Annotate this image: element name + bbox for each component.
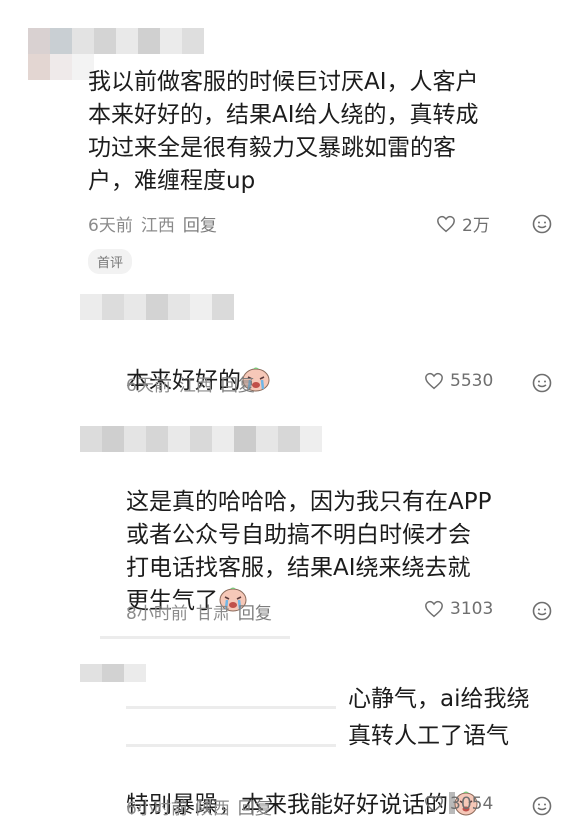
- comment-location: 陕西: [195, 799, 230, 819]
- comment-text-line: 心静气，ai给我绕: [348, 686, 530, 712]
- comment-location: 江西: [178, 376, 213, 396]
- username-mosaic: [80, 664, 146, 682]
- reply-button[interactable]: 回复: [238, 794, 272, 819]
- comment-text: 我以前做客服的时候巨讨厌AI，人客户 本来好好的，结果AI给人绕的，真转成 功过…: [88, 69, 479, 194]
- like-count: 2万: [462, 216, 490, 236]
- reply-button[interactable]: 回复: [238, 599, 272, 624]
- smile-icon[interactable]: [532, 601, 552, 621]
- username-mosaic: [28, 28, 204, 54]
- comment-location: 甘肃: [195, 604, 230, 624]
- comment-meta: 6天前 江西 回复: [126, 371, 255, 396]
- redaction-bar: [126, 706, 336, 709]
- heart-icon: [425, 600, 443, 618]
- like-count: 3103: [450, 599, 494, 619]
- like-count: 5530: [450, 371, 494, 391]
- comment-location: 江西: [140, 216, 175, 236]
- username-mosaic: [80, 294, 234, 320]
- redaction-bar: [100, 636, 290, 639]
- like-button[interactable]: 2万: [436, 211, 490, 236]
- comment-time: 6天前: [88, 216, 133, 236]
- comment-meta: 6小时前 陕西 回复: [126, 794, 272, 819]
- heart-icon: [425, 795, 443, 813]
- like-button[interactable]: 3054: [424, 794, 493, 814]
- comment-text: 这是真的哈哈哈，因为我只有在APP 或者公众号自助搞不明白时候才会 打电话找客服…: [126, 453, 566, 618]
- comment-time: 6天前: [126, 376, 171, 396]
- comment-text-line: 真转人工了语气: [348, 723, 509, 749]
- heart-icon: [425, 372, 443, 390]
- username-mosaic: [80, 426, 322, 452]
- smile-icon[interactable]: [532, 796, 552, 816]
- comment-meta: 6天前 江西 回复: [88, 211, 217, 236]
- reply-button[interactable]: 回复: [221, 371, 255, 396]
- comment-meta: 8小时前 甘肃 回复: [126, 599, 272, 624]
- like-count: 3054: [450, 794, 494, 814]
- reply-button[interactable]: 回复: [183, 211, 217, 236]
- comment-time: 8小时前: [126, 604, 188, 624]
- heart-icon: [437, 215, 455, 232]
- first-comment-badge: 首评: [88, 249, 133, 274]
- comment-time: 6小时前: [126, 799, 188, 819]
- redaction-bar: [126, 744, 336, 747]
- like-button[interactable]: 5530: [424, 371, 493, 391]
- like-button[interactable]: 3103: [424, 599, 493, 619]
- comment-text-content: 这是真的哈哈哈，因为我只有在APP 或者公众号自助搞不明白时候才会 打电话找客服…: [126, 489, 492, 614]
- smile-icon[interactable]: [532, 373, 552, 393]
- smile-icon[interactable]: [532, 214, 552, 234]
- avatar-mosaic: [28, 54, 94, 80]
